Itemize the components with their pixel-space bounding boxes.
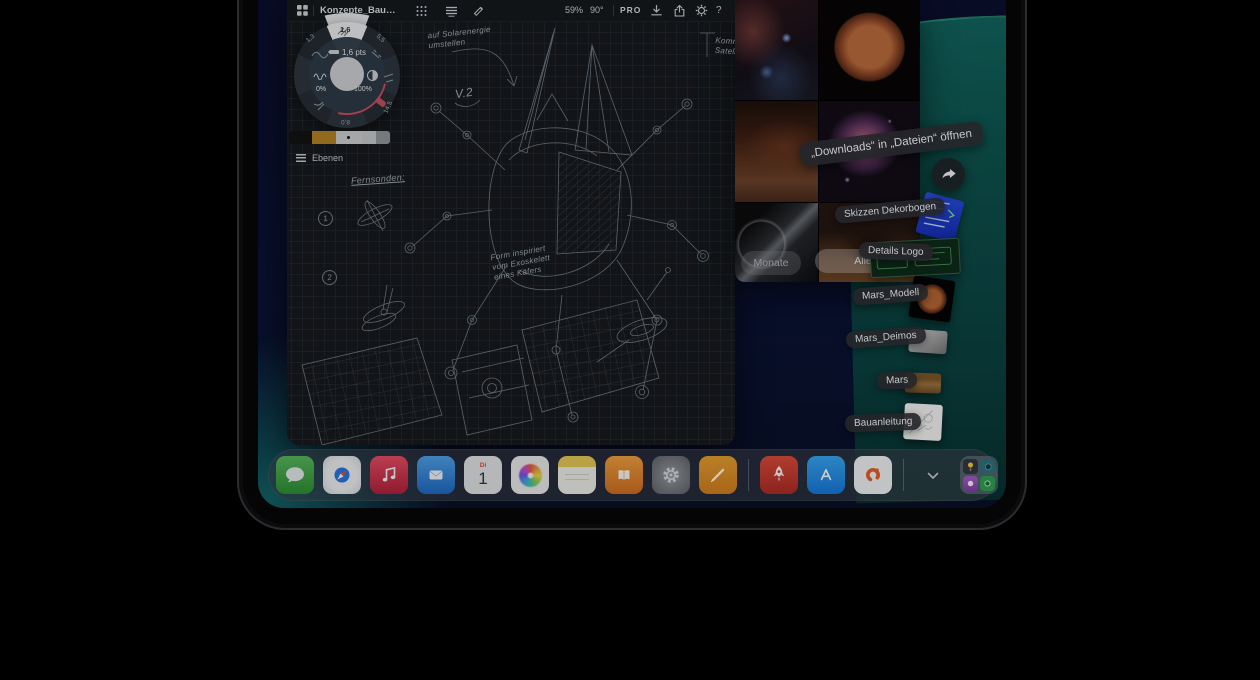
dock-app-books[interactable] (605, 456, 643, 494)
dock-app-mail[interactable] (417, 456, 455, 494)
dock-app-library[interactable] (960, 456, 998, 494)
calendar-day: 1 (478, 470, 487, 487)
app-store-icon (812, 461, 840, 489)
books-icon (611, 462, 637, 488)
dock-divider-2 (903, 459, 904, 491)
photos-flower-icon (519, 464, 542, 487)
mini-star-icon (963, 476, 978, 491)
dock-chevron-button[interactable] (921, 456, 945, 494)
dock-divider-1 (748, 459, 749, 491)
dock-app-messages[interactable] (276, 456, 314, 494)
dock-app-concepts[interactable] (854, 456, 892, 494)
messages-bubble-icon (283, 463, 307, 487)
chevron-down-icon (924, 466, 942, 484)
dock-app-sketch-pen[interactable] (699, 456, 737, 494)
dock-app-settings[interactable] (652, 456, 690, 494)
mini-green-dot-icon (980, 476, 995, 491)
dock: Di 1 (268, 449, 997, 501)
dock-app-notes[interactable] (558, 456, 596, 494)
rocket-icon (765, 461, 793, 489)
drag-label-bauanleitung[interactable]: Bauanleitung (845, 413, 922, 433)
mini-lightbulb-icon (963, 459, 978, 474)
forward-arrow-icon (939, 165, 959, 185)
marketing-canvas: auf Solarenergie umstellen Kommunikation… (0, 0, 1260, 680)
mini-camera-icon (980, 459, 995, 474)
ipad-screen: auf Solarenergie umstellen Kommunikation… (258, 0, 1006, 508)
share-forward-button[interactable] (932, 158, 965, 191)
dock-app-music[interactable] (370, 456, 408, 494)
pen-icon (704, 461, 732, 489)
dock-app-rocket[interactable] (760, 456, 798, 494)
safari-compass-icon (329, 462, 355, 488)
concepts-c-icon (859, 461, 887, 489)
music-note-icon (377, 463, 401, 487)
drag-label-details-logo[interactable]: Details Logo (859, 242, 933, 262)
drag-layer: „Downloads“ in „Dateien“ öffnen Skizzen … (258, 0, 1006, 508)
dock-app-calendar[interactable]: Di 1 (464, 456, 502, 494)
dock-app-safari[interactable] (323, 456, 361, 494)
drag-label-mars[interactable]: Mars (877, 371, 918, 389)
mail-envelope-icon (423, 462, 449, 488)
settings-gear-icon-dock (657, 461, 685, 489)
dock-app-photos[interactable] (511, 456, 549, 494)
dock-app-appstore[interactable] (807, 456, 845, 494)
notes-lines-icon (565, 474, 589, 484)
